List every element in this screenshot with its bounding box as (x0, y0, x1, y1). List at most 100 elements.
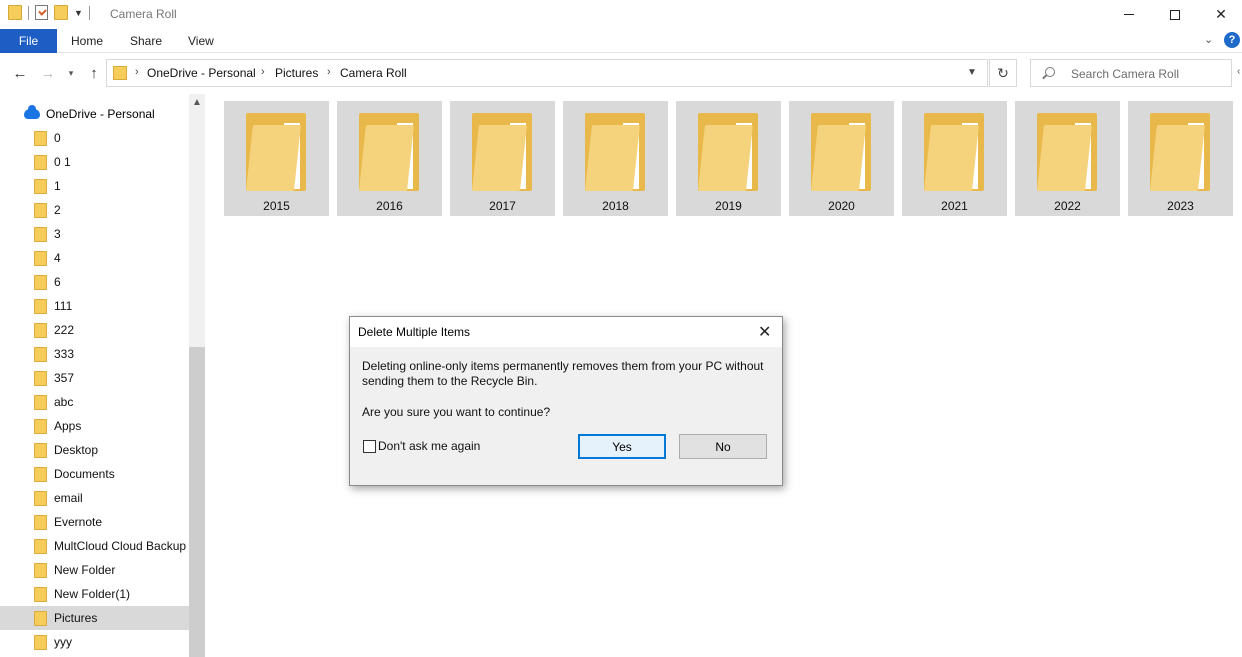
tree-item[interactable]: 357 (0, 366, 189, 390)
folder-icon (34, 611, 47, 626)
tab-view[interactable]: View (188, 29, 214, 53)
tree-item[interactable]: 1 (0, 174, 189, 198)
tree-item-label: 1 (54, 179, 61, 193)
folder-icon (34, 131, 47, 146)
tree-item[interactable]: abc (0, 390, 189, 414)
maximize-icon (1170, 9, 1180, 20)
expand-ribbon-icon[interactable]: ⌄ (1204, 33, 1213, 46)
tree-item[interactable]: 111 (0, 294, 189, 318)
folder-icon (34, 395, 47, 410)
new-folder-icon[interactable] (54, 5, 68, 20)
folder-tile[interactable]: 2019 (676, 101, 781, 216)
recent-locations-icon[interactable]: ▾ (64, 62, 78, 84)
refresh-button[interactable]: ↻ (989, 59, 1017, 87)
tree-root-label: OneDrive - Personal (46, 107, 155, 121)
tree-item-label: 6 (54, 275, 61, 289)
tree-item-label: 222 (54, 323, 75, 337)
breadcrumb-chevron-icon[interactable]: › (261, 66, 265, 78)
nav-scrollbar[interactable]: ▲ (189, 94, 205, 657)
tree-root-onedrive[interactable]: OneDrive - Personal (24, 105, 155, 121)
refresh-icon: ↻ (997, 64, 1009, 81)
dialog-message: Deleting online-only items permanently r… (362, 359, 764, 388)
breadcrumb-camera-roll[interactable]: Camera Roll (340, 66, 407, 80)
folder-icon (34, 563, 47, 578)
tree-item-label: Desktop (54, 443, 99, 457)
folder-tile[interactable]: 2022 (1015, 101, 1120, 216)
tree-item[interactable]: New Folder(1) (0, 582, 189, 606)
folder-tile[interactable]: 2021 (902, 101, 1007, 216)
folder-tile[interactable]: 2015 (224, 101, 329, 216)
navigation-pane: OneDrive - Personal 0 0 1 1 2 3 4 6 111 222 333 35… (0, 94, 205, 657)
tree-item[interactable]: Pictures (0, 606, 189, 630)
folder-tile[interactable]: 2023 (1128, 101, 1233, 216)
dialog-title-bar: Delete Multiple Items ✕ (350, 317, 782, 347)
tree-item[interactable]: yyy (0, 630, 189, 654)
maximize-button[interactable] (1152, 0, 1198, 29)
folder-icon (113, 66, 127, 80)
tree-item[interactable]: 4 (0, 246, 189, 270)
dont-ask-label[interactable]: Don't ask me again (378, 439, 480, 453)
help-icon[interactable]: ? (1224, 32, 1240, 48)
tree-item[interactable]: MultCloud Cloud Backup (0, 534, 189, 558)
breadcrumb-chevron-icon[interactable]: › (135, 66, 139, 78)
dialog-title: Delete Multiple Items (358, 325, 471, 339)
tab-file[interactable]: File (0, 29, 57, 53)
breadcrumb-chevron-icon[interactable]: › (327, 66, 331, 78)
dialog-close-icon[interactable]: ✕ (758, 322, 771, 342)
tree-item[interactable]: 2 (0, 198, 189, 222)
folder-icon[interactable] (8, 5, 22, 20)
close-button[interactable]: ✕ (1198, 0, 1242, 29)
tree-item[interactable]: Evernote (0, 510, 189, 534)
dialog-question: Are you sure you want to continue? (362, 405, 551, 419)
tab-home[interactable]: Home (71, 29, 103, 53)
forward-arrow-icon[interactable]: → (38, 62, 58, 84)
tree-item-label: 333 (54, 347, 75, 361)
toolbar-separator (88, 5, 90, 20)
tree-item[interactable]: email (0, 486, 189, 510)
search-input[interactable]: Search Camera Roll (1030, 59, 1232, 87)
folder-icon (34, 467, 47, 482)
tree-item[interactable]: 6 (0, 270, 189, 294)
tree-item-label: 357 (54, 371, 75, 385)
dont-ask-checkbox[interactable] (363, 440, 376, 453)
customize-toolbar-icon[interactable]: ▼ (74, 8, 83, 18)
tree-item-label: 2 (54, 203, 61, 217)
breadcrumb-onedrive[interactable]: OneDrive - Personal (147, 66, 256, 80)
tree-item[interactable]: Apps (0, 414, 189, 438)
folder-icon (34, 491, 47, 506)
folder-icon (34, 443, 47, 458)
back-arrow-icon[interactable]: ← (10, 62, 30, 84)
minimize-button[interactable] (1106, 0, 1152, 29)
tree-item[interactable]: Documents (0, 462, 189, 486)
tree-item[interactable]: 0 (0, 126, 189, 150)
folder-icon (34, 539, 47, 554)
tree-item[interactable]: 333 (0, 342, 189, 366)
tree-item-label: abc (54, 395, 74, 409)
tree-item[interactable]: New Folder (0, 558, 189, 582)
folder-tile[interactable]: 2020 (789, 101, 894, 216)
no-button[interactable]: No (679, 434, 767, 459)
tree-item[interactable]: 222 (0, 318, 189, 342)
address-dropdown-icon[interactable]: ▼ (967, 67, 977, 78)
folder-tile[interactable]: 2016 (337, 101, 442, 216)
folder-tile-label: 2021 (941, 199, 968, 213)
breadcrumb-pictures[interactable]: Pictures (275, 66, 318, 80)
folder-tile[interactable]: 2017 (450, 101, 555, 216)
scroll-up-icon[interactable]: ▲ (192, 97, 202, 108)
up-arrow-icon[interactable]: ↑ (84, 62, 104, 84)
folder-tile[interactable]: 2018 (563, 101, 668, 216)
folder-icon (34, 347, 47, 362)
address-bar[interactable]: › OneDrive - Personal › Pictures › Camer… (106, 59, 988, 87)
tree-item[interactable]: 0 1 (0, 150, 189, 174)
tree-item[interactable]: Desktop (0, 438, 189, 462)
tab-share[interactable]: Share (130, 29, 162, 53)
tree-item-label: 0 1 (54, 155, 71, 169)
folder-icon (34, 179, 47, 194)
tree-item[interactable]: 3 (0, 222, 189, 246)
tree-item-label: New Folder (54, 563, 116, 577)
tree-item-label: MultCloud Cloud Backup (54, 539, 187, 553)
properties-icon[interactable] (35, 5, 48, 20)
scrollbar-thumb[interactable] (189, 347, 205, 657)
folder-icon (34, 227, 47, 242)
yes-button[interactable]: Yes (578, 434, 666, 459)
